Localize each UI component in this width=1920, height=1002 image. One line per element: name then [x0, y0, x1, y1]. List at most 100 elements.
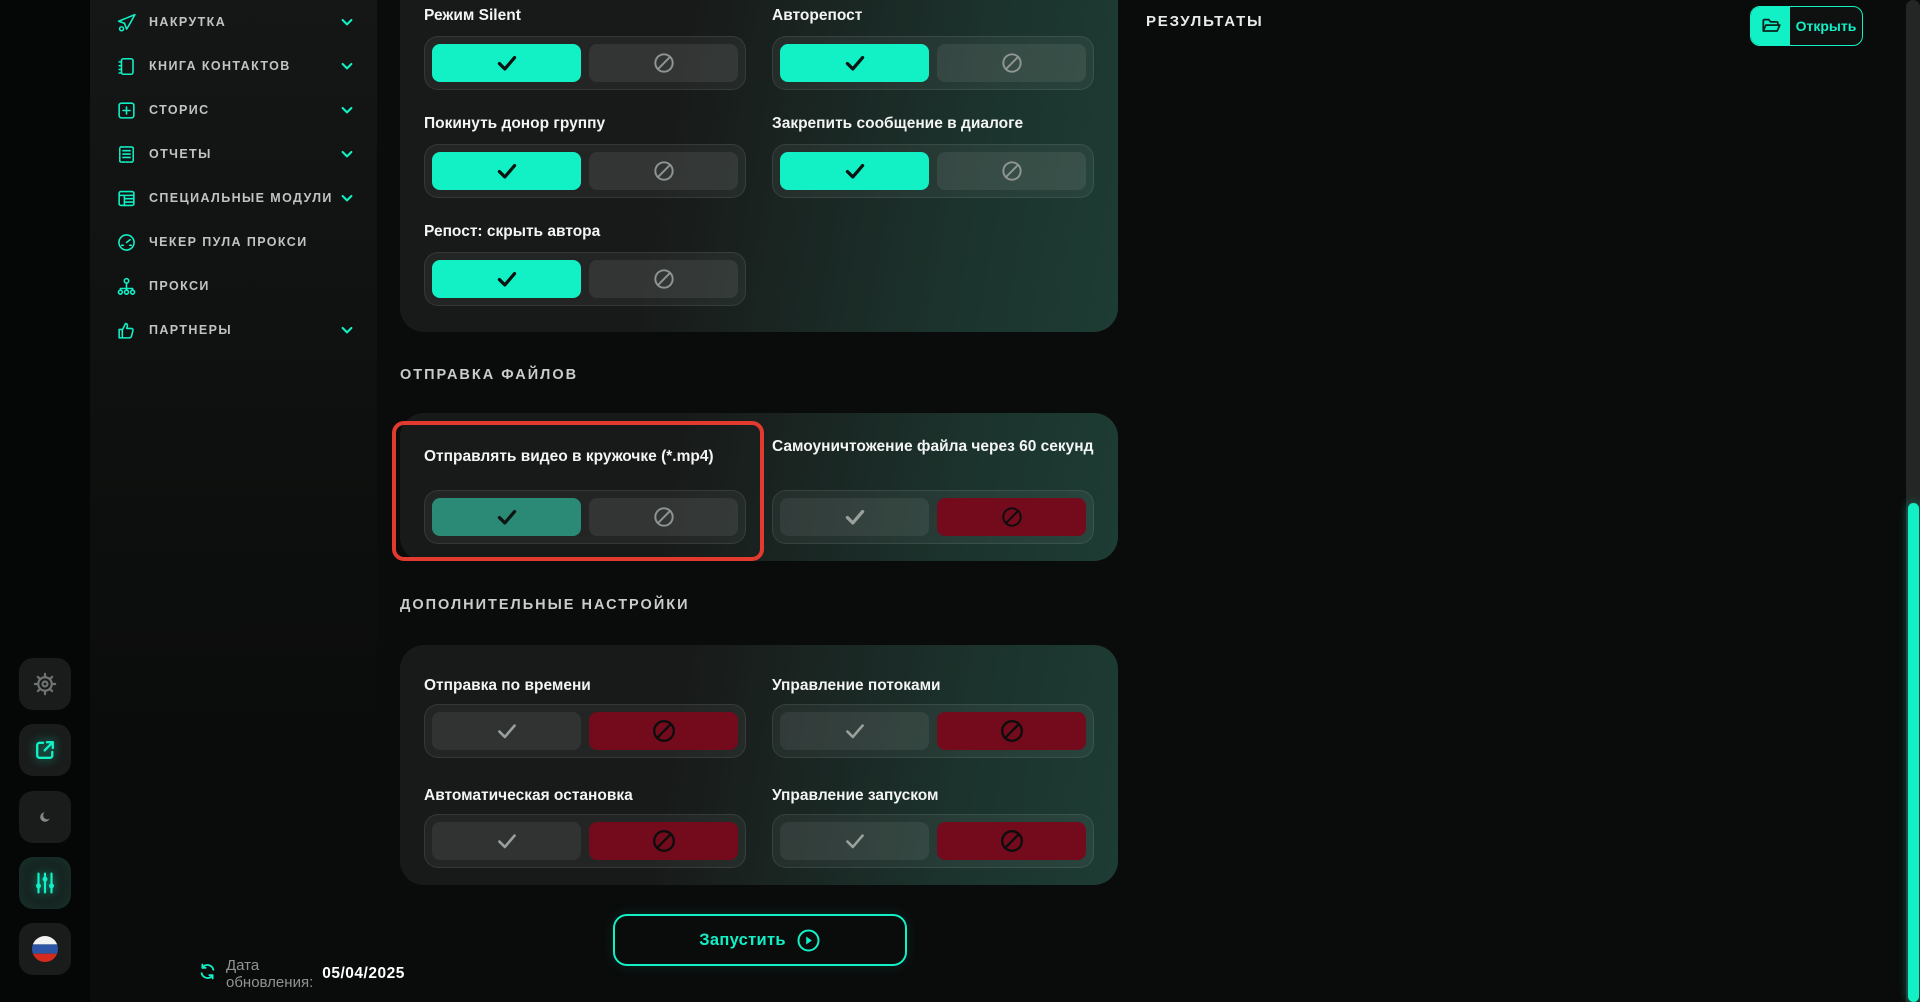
- sidebar-menu: Накрутка Книга контактов: [90, 0, 377, 352]
- filters-button[interactable]: [19, 857, 71, 909]
- prohibited-icon: [1001, 161, 1022, 181]
- open-external-button[interactable]: [19, 724, 71, 776]
- prohibited-icon: [652, 720, 675, 742]
- toggle-on-segment[interactable]: [432, 260, 581, 298]
- toggle-off-segment[interactable]: [937, 152, 1086, 190]
- sun-moon-icon: [32, 804, 58, 830]
- chevron-down-icon: [339, 58, 355, 74]
- check-icon: [845, 724, 864, 739]
- toggle-label: Отправлять видео в кружочке (*.mp4): [424, 448, 714, 465]
- scrollbar-track[interactable]: [1906, 0, 1920, 1002]
- toggle-label: Автоматическая остановка: [424, 787, 633, 804]
- stories-plus-icon: [115, 99, 137, 121]
- toggle-pokinut-donor-gruppu[interactable]: [424, 144, 746, 198]
- proxy-checker-icon: [115, 231, 137, 253]
- chevron-down-icon: [339, 190, 355, 206]
- refresh-icon[interactable]: [198, 962, 217, 986]
- check-icon: [497, 271, 516, 287]
- modules-icon: [115, 187, 137, 209]
- toggle-off-segment[interactable]: [937, 44, 1086, 82]
- sidebar-item-stories[interactable]: Сторис: [90, 88, 377, 132]
- gear-icon: [32, 671, 58, 697]
- toggle-off-segment[interactable]: [589, 712, 738, 750]
- contacts-book-icon: [115, 55, 137, 77]
- sidebar-item-label: Сторис: [149, 103, 210, 117]
- prohibited-icon: [1001, 53, 1022, 73]
- chevron-down-icon: [339, 146, 355, 162]
- toggle-on-segment[interactable]: [432, 822, 581, 860]
- toggle-label: Авторепост: [772, 7, 863, 24]
- prohibited-icon: [653, 53, 674, 73]
- check-icon: [845, 509, 864, 525]
- sidebar-item-label: Партнеры: [149, 323, 232, 337]
- prohibited-icon: [652, 830, 675, 852]
- sidebar-item-special-modules[interactable]: Специальные модули: [90, 176, 377, 220]
- toggle-off-segment[interactable]: [589, 822, 738, 860]
- toggle-label: Управление запуском: [772, 787, 939, 804]
- toggle-upravlenie-potokami[interactable]: [772, 704, 1094, 758]
- toggle-samounichtozhenie-faila[interactable]: [772, 490, 1094, 544]
- toggle-off-segment[interactable]: [589, 152, 738, 190]
- toggle-on-segment[interactable]: [432, 498, 581, 536]
- check-icon: [497, 509, 516, 525]
- scrollbar-thumb[interactable]: [1907, 503, 1919, 1002]
- toggle-off-segment[interactable]: [937, 822, 1086, 860]
- update-date-label: Дата обновления:: [226, 957, 314, 991]
- check-icon: [497, 724, 516, 739]
- toggle-off-segment[interactable]: [937, 712, 1086, 750]
- prohibited-icon: [1000, 720, 1023, 742]
- check-icon: [845, 55, 864, 71]
- send-plus-icon: [115, 11, 137, 33]
- toggle-label: Закрепить сообщение в диалоге: [772, 115, 1024, 132]
- toggle-repost-skryt-avtora[interactable]: [424, 252, 746, 306]
- play-icon: [797, 929, 820, 951]
- chevron-down-icon: [339, 14, 355, 30]
- toggle-on-segment[interactable]: [432, 44, 581, 82]
- theme-button[interactable]: [19, 791, 71, 843]
- language-button[interactable]: [19, 923, 71, 975]
- toggle-zakrepit-soobshchenie[interactable]: [772, 144, 1094, 198]
- toggle-otpravka-po-vremeni[interactable]: [424, 704, 746, 758]
- partners-icon: [115, 319, 137, 341]
- settings-button[interactable]: [19, 658, 71, 710]
- sidebar-item-proxy[interactable]: Прокси: [90, 264, 377, 308]
- sidebar-item-reports[interactable]: Отчеты: [90, 132, 377, 176]
- prohibited-icon: [653, 507, 674, 527]
- check-icon: [497, 55, 516, 71]
- icon-rail: [0, 0, 90, 1002]
- toggle-on-segment[interactable]: [780, 498, 929, 536]
- prohibited-icon: [653, 269, 674, 289]
- toggle-avtorepost[interactable]: [772, 36, 1094, 90]
- sidebar-item-contacts-book[interactable]: Книга контактов: [90, 44, 377, 88]
- toggle-avtomaticheskaya-ostanovka[interactable]: [424, 814, 746, 868]
- toggle-off-segment[interactable]: [589, 498, 738, 536]
- toggle-video-v-kruzhochke[interactable]: [424, 490, 746, 544]
- toggle-off-segment[interactable]: [589, 44, 738, 82]
- sidebar-item-proxy-checker[interactable]: Чекер пула прокси: [90, 220, 377, 264]
- toggle-on-segment[interactable]: [780, 44, 929, 82]
- prohibited-icon: [653, 161, 674, 181]
- toggle-on-segment[interactable]: [780, 822, 929, 860]
- sidebar-item-label: Чекер пула прокси: [149, 235, 308, 249]
- section-title-file-sending: ОТПРАВКА ФАЙЛОВ: [400, 367, 579, 383]
- toggle-on-segment[interactable]: [780, 152, 929, 190]
- prohibited-icon: [1001, 507, 1022, 527]
- sidebar-item-nakrutka[interactable]: Накрутка: [90, 0, 377, 44]
- sidebar-item-label: Специальные модули: [149, 191, 333, 205]
- toggle-on-segment[interactable]: [432, 152, 581, 190]
- toggle-on-segment[interactable]: [432, 712, 581, 750]
- run-button[interactable]: Запустить: [613, 914, 907, 966]
- folder-icon: [1751, 7, 1790, 45]
- chevron-down-icon: [339, 322, 355, 338]
- open-results-button[interactable]: Открыть: [1750, 6, 1863, 46]
- sidebar-item-partners[interactable]: Партнеры: [90, 308, 377, 352]
- update-date-row: Дата обновления: 05/04/2025: [198, 957, 405, 991]
- toggle-upravlenie-zapuskom[interactable]: [772, 814, 1094, 868]
- toggle-rezhim-silent[interactable]: [424, 36, 746, 90]
- toggle-label: Управление потоками: [772, 677, 941, 694]
- toggle-off-segment[interactable]: [589, 260, 738, 298]
- toggle-off-segment[interactable]: [937, 498, 1086, 536]
- toggle-on-segment[interactable]: [780, 712, 929, 750]
- proxy-icon: [115, 275, 137, 297]
- external-link-icon: [32, 737, 58, 763]
